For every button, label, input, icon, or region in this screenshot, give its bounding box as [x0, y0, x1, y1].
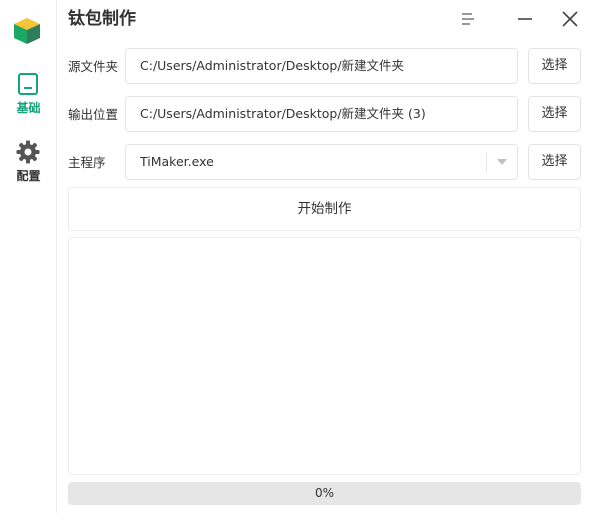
- log-output-area[interactable]: [68, 237, 581, 475]
- output-location-input[interactable]: C:/Users/Administrator/Desktop/新建文件夹 (3): [125, 96, 518, 132]
- sidebar: 基础 配置: [0, 0, 57, 513]
- main-program-value: TiMaker.exe: [140, 154, 214, 169]
- source-choose-button[interactable]: 选择: [528, 48, 581, 84]
- minimize-icon[interactable]: [514, 8, 536, 30]
- app-logo-icon: [14, 18, 40, 44]
- close-icon[interactable]: [559, 8, 581, 30]
- monitor-icon: [18, 73, 38, 95]
- sidebar-item-label: 配置: [16, 169, 41, 183]
- start-build-button[interactable]: 开始制作: [68, 187, 581, 231]
- select-divider: [486, 152, 487, 172]
- main-program-label: 主程序: [68, 155, 106, 170]
- app-title: 钛包制作: [68, 9, 136, 29]
- source-folder-label: 源文件夹: [68, 59, 119, 74]
- main-program-choose-button[interactable]: 选择: [528, 144, 581, 180]
- progress-text: 0%: [314, 486, 335, 500]
- source-folder-input[interactable]: C:/Users/Administrator/Desktop/新建文件夹: [125, 48, 518, 84]
- menu-icon[interactable]: [457, 8, 479, 30]
- progress-bar: 0%: [68, 482, 581, 505]
- sidebar-item-basic[interactable]: 基础: [0, 72, 57, 122]
- output-choose-button[interactable]: 选择: [528, 96, 581, 132]
- main-program-select[interactable]: TiMaker.exe: [125, 144, 518, 180]
- chevron-down-icon[interactable]: [496, 158, 508, 166]
- output-location-label: 输出位置: [68, 107, 119, 122]
- sidebar-item-label: 基础: [16, 101, 41, 115]
- sidebar-item-config[interactable]: 配置: [0, 140, 57, 190]
- gear-icon: [16, 140, 40, 164]
